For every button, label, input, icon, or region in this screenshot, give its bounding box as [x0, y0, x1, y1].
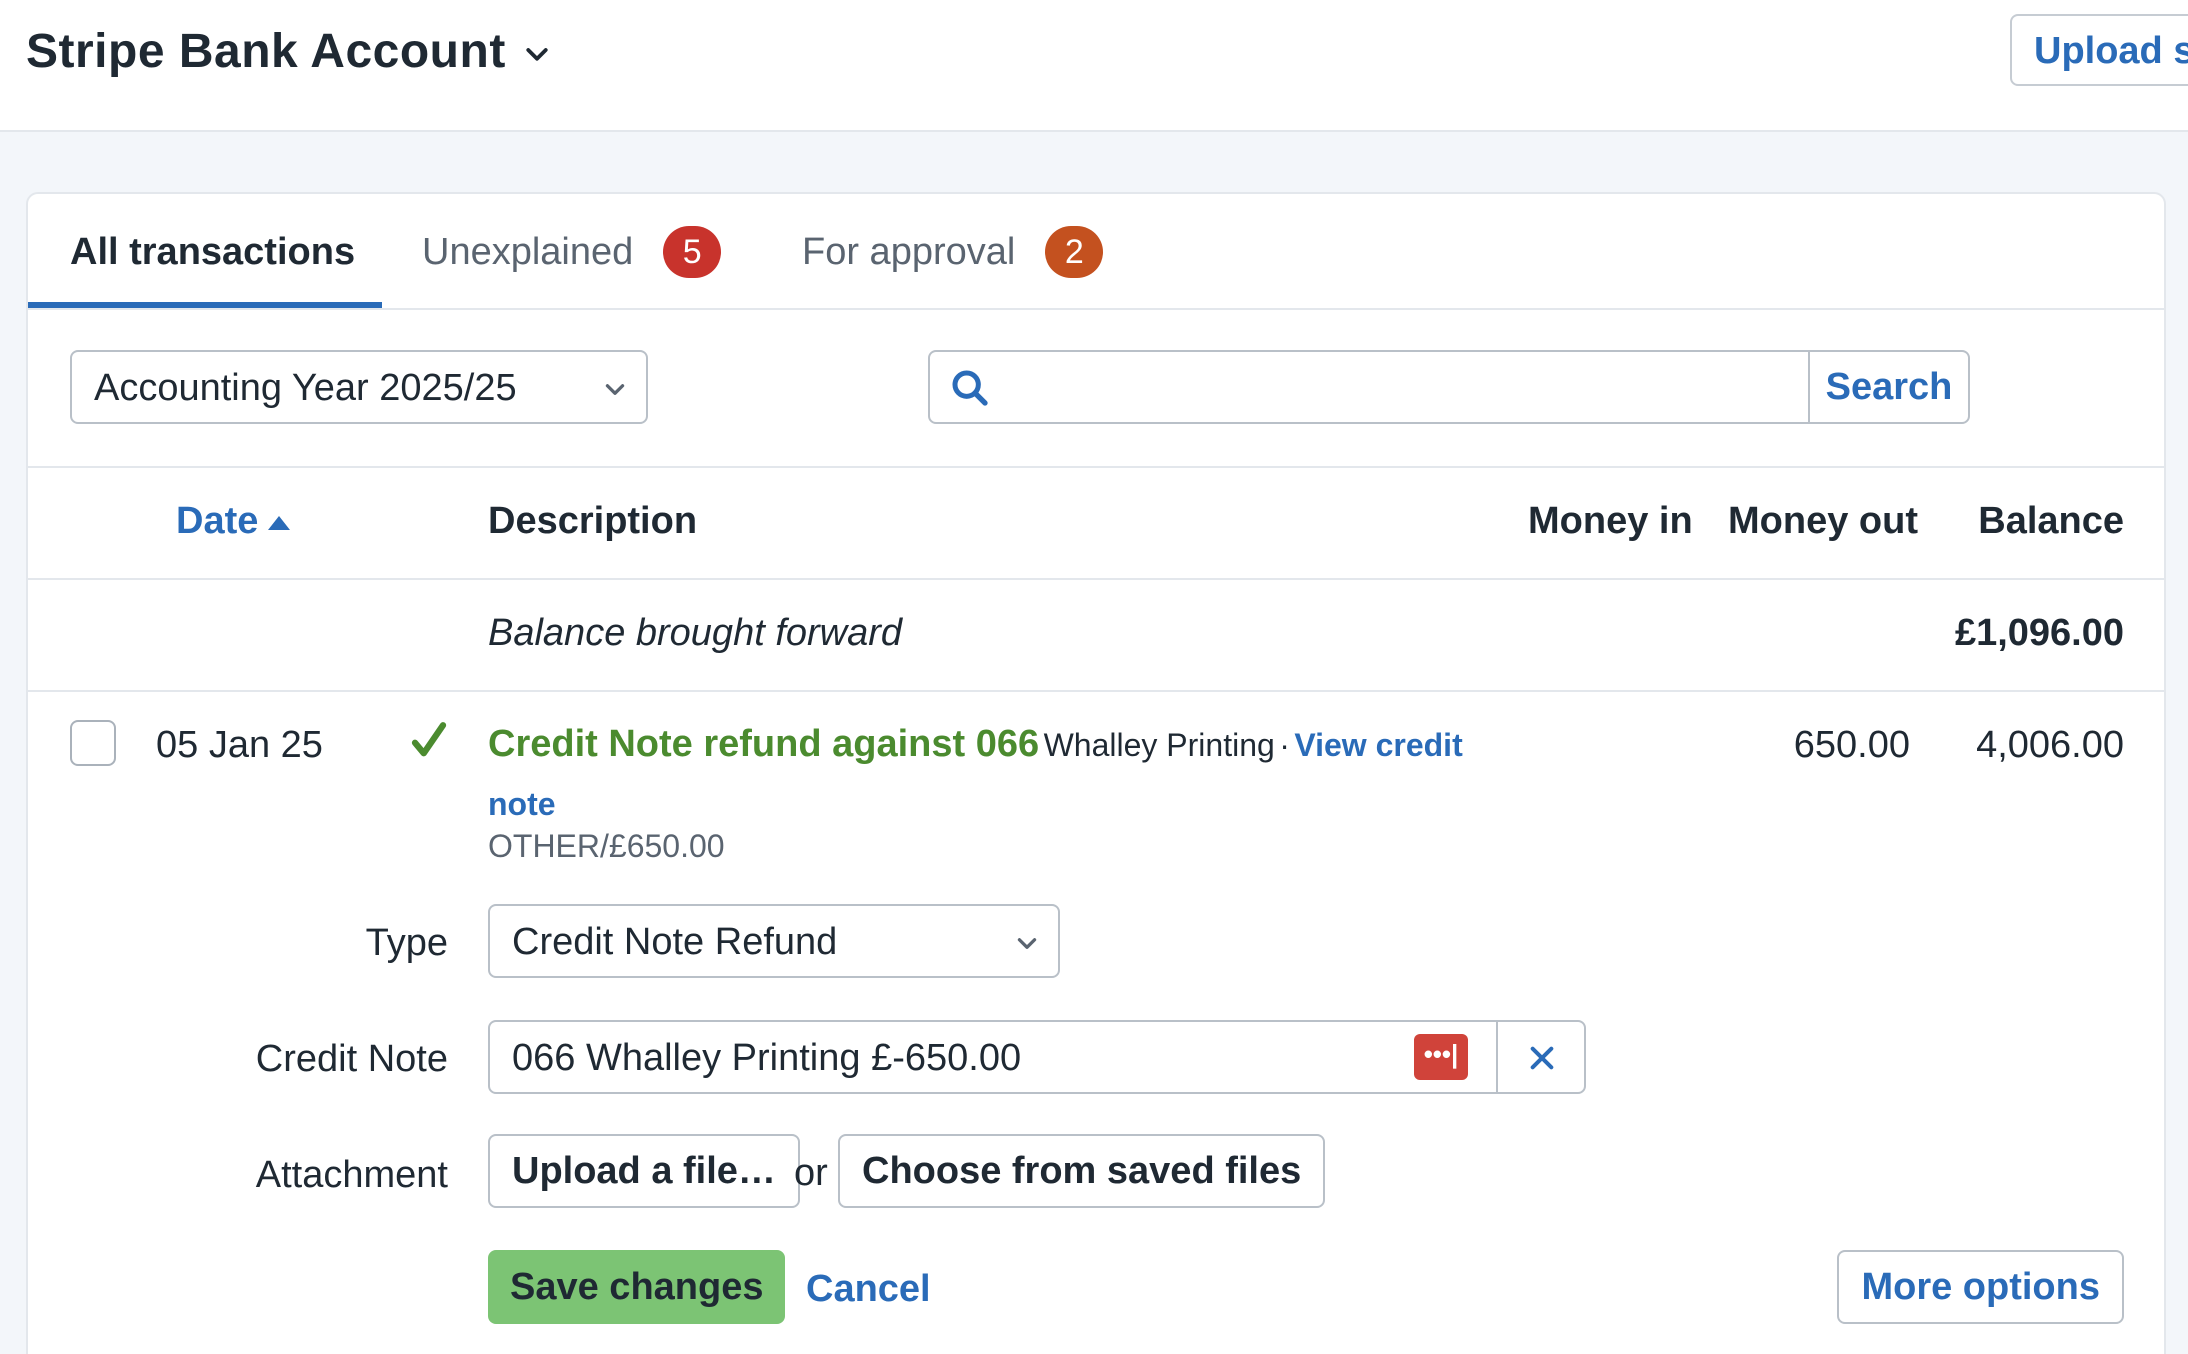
sort-ascending-icon: [268, 515, 291, 530]
account-switcher[interactable]: Stripe Bank Account: [26, 24, 552, 79]
separator-dot: ·: [1279, 727, 1290, 763]
unexplained-count-badge: 5: [663, 226, 722, 278]
top-bar: Stripe Bank Account Upload st: [0, 0, 2188, 132]
row-select-checkbox[interactable]: [70, 720, 116, 766]
tab-for-approval[interactable]: For approval 2: [802, 194, 1104, 310]
balance-column-header: Balance: [1978, 500, 2124, 542]
search-input[interactable]: [1006, 358, 1856, 416]
search-icon: [952, 370, 988, 406]
type-value: Credit Note Refund: [512, 921, 838, 963]
transaction-reference: OTHER/£650.00: [488, 828, 725, 864]
transaction-description: Credit Note refund against 066 Whalley P…: [488, 718, 1508, 837]
account-title: Stripe Bank Account: [26, 25, 506, 78]
tab-bar: All transactions Unexplained 5 For appro…: [28, 194, 2164, 310]
clear-credit-note-button[interactable]: [1496, 1020, 1586, 1094]
period-select[interactable]: Accounting Year 2025/25: [70, 350, 648, 424]
transaction-date: 05 Jan 25: [156, 724, 323, 766]
password-manager-icon[interactable]: •••|: [1414, 1034, 1468, 1080]
chevron-down-icon: [605, 384, 625, 395]
tab-label: All transactions: [70, 230, 356, 273]
close-icon: [1530, 1046, 1554, 1070]
date-header-label: Date: [176, 500, 259, 542]
vendor-name: Whalley Printing: [1043, 727, 1275, 763]
balance-forward-label: Balance brought forward: [488, 612, 903, 654]
transactions-card: All transactions Unexplained 5 For appro…: [26, 192, 2166, 1354]
balance-forward-value: £1,096.00: [1954, 612, 2124, 654]
more-options-button[interactable]: More options: [1837, 1250, 2124, 1324]
active-tab-indicator: [28, 302, 382, 308]
balance-value: 4,006.00: [1976, 724, 2124, 766]
tab-unexplained[interactable]: Unexplained 5: [422, 194, 722, 310]
tab-label: Unexplained: [422, 230, 634, 273]
money-in-value: 650.00: [1793, 724, 1910, 766]
save-changes-button[interactable]: Save changes: [488, 1250, 786, 1324]
choose-saved-files-button[interactable]: Choose from saved files: [838, 1134, 1326, 1208]
money-out-column-header: Money out: [1728, 500, 1918, 542]
check-icon: [411, 722, 447, 757]
money-in-column-header: Money in: [1528, 500, 1693, 542]
type-label: Type: [365, 922, 448, 964]
credit-note-value: 066 Whalley Printing £-650.00: [512, 1037, 1022, 1079]
divider: [28, 466, 2164, 468]
credit-note-label: Credit Note: [255, 1038, 448, 1080]
attachment-label: Attachment: [255, 1154, 448, 1196]
divider: [28, 578, 2164, 580]
chevron-down-icon: [1017, 938, 1037, 949]
approval-count-badge: 2: [1045, 226, 1104, 278]
credit-note-field[interactable]: 066 Whalley Printing £-650.00 •••|: [488, 1020, 1498, 1094]
or-text: or: [794, 1152, 828, 1194]
tab-all-transactions[interactable]: All transactions: [70, 194, 355, 310]
divider: [28, 690, 2164, 692]
description-text: Credit Note refund against 066: [488, 723, 1040, 765]
upload-file-button[interactable]: Upload a file…: [488, 1134, 800, 1208]
date-column-header[interactable]: Date: [176, 500, 292, 543]
tab-label: For approval: [802, 230, 1016, 273]
period-value: Accounting Year 2025/25: [94, 367, 517, 409]
upload-statement-button[interactable]: Upload st: [2010, 14, 2188, 86]
type-select[interactable]: Credit Note Refund: [488, 904, 1060, 978]
search-button[interactable]: Search: [1808, 352, 1968, 422]
search-box: Search: [928, 350, 1970, 424]
chevron-down-icon: [526, 47, 548, 61]
description-column-header: Description: [488, 500, 698, 542]
cancel-link[interactable]: Cancel: [806, 1268, 931, 1311]
